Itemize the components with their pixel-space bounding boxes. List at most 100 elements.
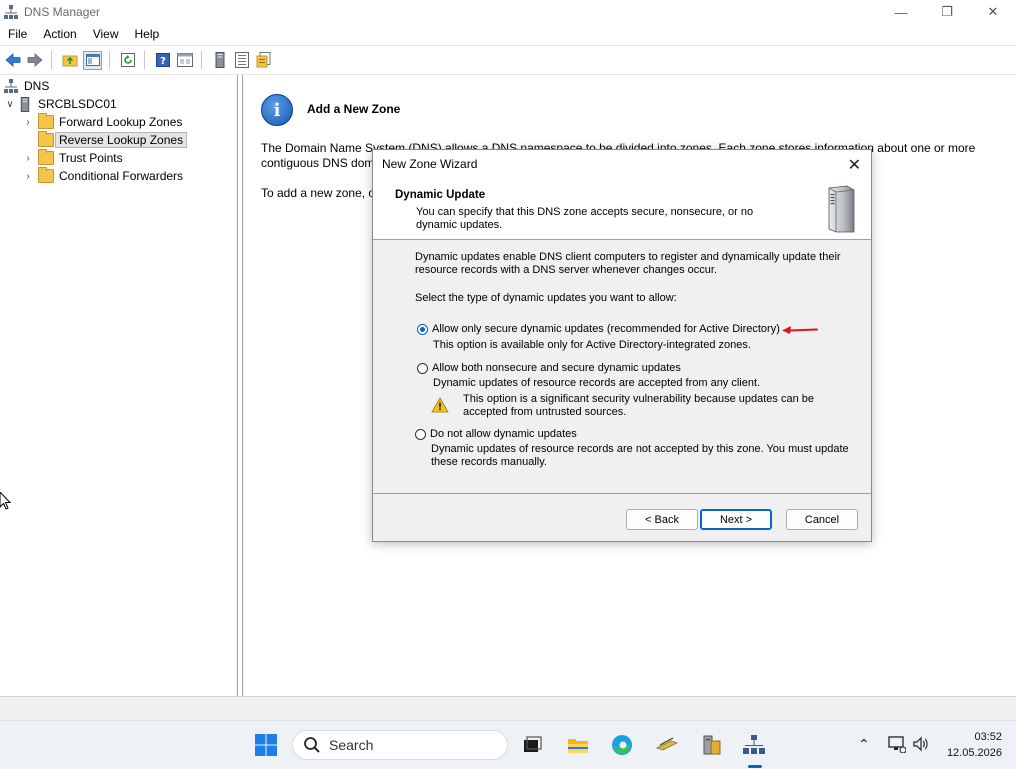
volume-icon[interactable]: [912, 735, 930, 753]
close-icon[interactable]: ✕: [848, 155, 861, 175]
toolbar-separator: [144, 51, 145, 69]
option-secure-only[interactable]: Allow only secure dynamic updates (recom…: [417, 323, 780, 335]
tree-item-dns[interactable]: DNS: [4, 77, 49, 95]
option-label: Allow only secure dynamic updates (recom…: [432, 323, 780, 335]
dialog-title-bar: New Zone Wizard ✕: [373, 150, 871, 178]
svg-text:?: ?: [160, 56, 166, 67]
option-label: Do not allow dynamic updates: [430, 428, 577, 440]
server-manager-icon[interactable]: [699, 733, 723, 757]
toolbar-separator: [51, 51, 52, 69]
toolbar-separator: [201, 51, 202, 69]
tree-item-label: Trust Points: [59, 151, 123, 165]
wizard-step-subtitle: You can specify that this DNS zone accep…: [416, 206, 754, 231]
dialog-title: New Zone Wizard: [382, 157, 478, 171]
properties-icon[interactable]: [176, 51, 194, 69]
window-title: DNS Manager: [24, 5, 101, 19]
up-folder-icon[interactable]: [61, 51, 79, 69]
help-icon[interactable]: ?: [154, 51, 172, 69]
wizard-step-title: Dynamic Update: [395, 189, 486, 201]
search-placeholder: Search: [329, 737, 374, 753]
search-icon: [304, 737, 320, 753]
warning-icon: [431, 397, 449, 413]
folder-icon: [38, 113, 54, 129]
tree-item-conditional-forwarders[interactable]: › Conditional Forwarders: [22, 167, 183, 185]
tree-item-trust-points[interactable]: › Trust Points: [22, 149, 123, 167]
minimize-button[interactable]: —: [878, 0, 924, 24]
chevron-down-icon[interactable]: ∨: [4, 99, 16, 110]
refresh-icon[interactable]: [119, 51, 137, 69]
tree-root-label: DNS: [24, 79, 50, 93]
option-description: Dynamic updates of resource records are …: [433, 377, 761, 389]
close-button[interactable]: ✕: [970, 0, 1016, 24]
taskbar-search[interactable]: Search: [292, 730, 508, 760]
wizard-body: Dynamic updates enable DNS client comput…: [373, 240, 871, 492]
option-no-updates[interactable]: Do not allow dynamic updates: [415, 428, 577, 440]
cancel-button[interactable]: Cancel: [786, 509, 858, 530]
new-zone-wizard-dialog: New Zone Wizard ✕ Dynamic Update You can…: [372, 149, 872, 542]
toolbar-separator: [109, 51, 110, 69]
network-icon[interactable]: [888, 735, 906, 753]
option-label: Allow both nonsecure and secure dynamic …: [432, 362, 681, 374]
maximize-button[interactable]: ❐: [924, 0, 970, 24]
clock-date: 12.05.2026: [946, 747, 1002, 759]
page-title: Add a New Zone: [307, 102, 401, 116]
edge-browser-icon[interactable]: [610, 733, 634, 757]
option-nonsecure-and-secure[interactable]: Allow both nonsecure and secure dynamic …: [417, 362, 681, 374]
list-icon[interactable]: [233, 51, 251, 69]
tree-server-label: SRCBLSDC01: [38, 97, 117, 111]
radio-secure-only[interactable]: [417, 323, 428, 335]
wizard-header: Dynamic Update You can specify that this…: [373, 178, 871, 240]
tree-pane: DNS ∨ SRCBLSDC01 › Forward Lookup Zones …: [0, 75, 238, 696]
menu-bar: File Action View Help: [0, 24, 1016, 44]
dns-icon: [4, 79, 18, 93]
server-icon[interactable]: [211, 51, 229, 69]
file-explorer-icon[interactable]: [566, 733, 590, 757]
info-icon: i: [261, 94, 293, 126]
menu-file[interactable]: File: [0, 24, 35, 44]
tree-item-reverse-lookup-zones[interactable]: Reverse Lookup Zones: [22, 131, 188, 149]
tray-overflow-chevron-icon[interactable]: ⌃: [858, 736, 870, 753]
annotation-arrow-icon: [782, 326, 818, 334]
dialog-divider: [373, 493, 871, 494]
back-button[interactable]: < Back: [626, 509, 698, 530]
forward-arrow-icon[interactable]: [26, 51, 44, 69]
taskbar: Search ⌃ 03:52 12.05.2026: [0, 720, 1016, 769]
menu-help[interactable]: Help: [127, 24, 168, 44]
windows-start-icon[interactable]: [254, 733, 278, 757]
tree-item-label: Forward Lookup Zones: [59, 115, 183, 129]
admin-tools-icon[interactable]: [655, 733, 679, 757]
radio-nonsecure-and-secure[interactable]: [417, 362, 428, 374]
back-arrow-icon[interactable]: [4, 51, 22, 69]
intro-text: Dynamic updates enable DNS client comput…: [415, 251, 841, 276]
mouse-cursor-icon: [0, 492, 12, 510]
next-button[interactable]: Next >: [700, 509, 772, 530]
tray-clock[interactable]: 03:52 12.05.2026: [947, 729, 1002, 761]
warning-text: This option is a significant security vu…: [463, 393, 814, 418]
server-tower-icon: [828, 185, 855, 233]
tree-item-server[interactable]: ∨ SRCBLSDC01: [4, 95, 117, 113]
menu-action[interactable]: Action: [35, 24, 84, 44]
tree-item-label: Conditional Forwarders: [59, 169, 184, 183]
folder-icon: [38, 131, 54, 147]
chevron-right-icon[interactable]: ›: [22, 153, 34, 164]
chevron-right-icon[interactable]: ›: [22, 171, 34, 182]
prompt-text: Select the type of dynamic updates you w…: [415, 292, 677, 304]
chevron-right-icon[interactable]: ›: [22, 117, 34, 128]
option-description: This option is available only for Active…: [433, 339, 751, 351]
option-description: Dynamic updates of resource records are …: [431, 443, 849, 468]
dns-manager-taskbar-icon[interactable]: [742, 733, 766, 757]
show-hide-tree-icon[interactable]: [83, 50, 102, 70]
add-zone-text: To add a new zone, o: [261, 186, 376, 200]
tree-item-label: Reverse Lookup Zones: [55, 132, 188, 148]
export-icon[interactable]: [255, 51, 273, 69]
tree-item-forward-lookup-zones[interactable]: › Forward Lookup Zones: [22, 113, 182, 131]
title-bar: DNS Manager — ❐ ✕: [0, 0, 1016, 24]
server-icon: [20, 96, 30, 112]
folder-icon: [38, 167, 54, 183]
folder-icon: [38, 149, 54, 165]
menu-view[interactable]: View: [85, 24, 127, 44]
status-bar: [0, 696, 1016, 721]
radio-no-updates[interactable]: [415, 428, 426, 440]
task-view-icon[interactable]: [520, 733, 544, 757]
clock-time: 03:52: [974, 731, 1002, 743]
